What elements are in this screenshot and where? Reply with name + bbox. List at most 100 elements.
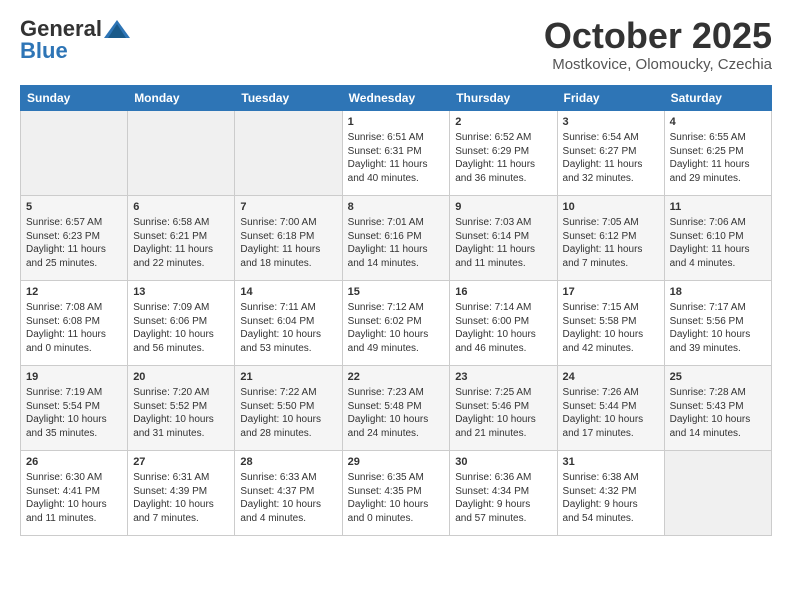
table-row: 6Sunrise: 6:58 AMSunset: 6:21 PMDaylight… [128,195,235,280]
day-info: and 4 minutes. [240,512,336,526]
day-info: Daylight: 10 hours [240,328,336,342]
day-info: Daylight: 10 hours [670,328,766,342]
day-number: 1 [348,115,445,130]
day-info: Daylight: 11 hours [26,328,122,342]
day-info: Daylight: 11 hours [240,243,336,257]
day-info: Daylight: 10 hours [348,413,445,427]
day-info: Sunset: 6:29 PM [455,145,551,159]
day-info: Daylight: 11 hours [563,243,659,257]
day-info: Sunset: 6:25 PM [670,145,766,159]
day-info: Sunrise: 7:26 AM [563,386,659,400]
day-info: and 57 minutes. [455,512,551,526]
table-row: 20Sunrise: 7:20 AMSunset: 5:52 PMDayligh… [128,365,235,450]
day-info: Daylight: 11 hours [348,243,445,257]
day-info: Sunrise: 7:14 AM [455,301,551,315]
day-info: Daylight: 11 hours [455,158,551,172]
day-number: 21 [240,370,336,385]
table-row: 3Sunrise: 6:54 AMSunset: 6:27 PMDaylight… [557,110,664,195]
day-number: 14 [240,285,336,300]
day-info: Sunrise: 6:55 AM [670,131,766,145]
day-info: and 0 minutes. [348,512,445,526]
day-info: Sunset: 5:48 PM [348,400,445,414]
day-info: Sunset: 6:02 PM [348,315,445,329]
logo-icon [104,18,130,40]
day-info: Sunset: 4:39 PM [133,485,229,499]
day-info: Sunrise: 6:57 AM [26,216,122,230]
day-info: and 35 minutes. [26,427,122,441]
day-info: Sunset: 6:04 PM [240,315,336,329]
day-info: Sunset: 5:50 PM [240,400,336,414]
table-row [235,110,342,195]
header-sunday: Sunday [21,85,128,110]
table-row: 4Sunrise: 6:55 AMSunset: 6:25 PMDaylight… [664,110,771,195]
day-info: Daylight: 11 hours [26,243,122,257]
day-info: and 49 minutes. [348,342,445,356]
day-info: Sunrise: 7:20 AM [133,386,229,400]
day-info: Daylight: 11 hours [670,243,766,257]
month-title: October 2025 [544,16,772,56]
day-number: 26 [26,455,122,470]
day-info: and 22 minutes. [133,257,229,271]
day-info: Sunrise: 7:25 AM [455,386,551,400]
day-number: 3 [563,115,659,130]
day-info: Sunset: 6:23 PM [26,230,122,244]
day-number: 28 [240,455,336,470]
table-row: 17Sunrise: 7:15 AMSunset: 5:58 PMDayligh… [557,280,664,365]
day-number: 29 [348,455,445,470]
day-number: 31 [563,455,659,470]
day-info: Sunset: 6:06 PM [133,315,229,329]
day-info: Sunrise: 6:30 AM [26,471,122,485]
day-number: 5 [26,200,122,215]
day-info: Sunset: 6:12 PM [563,230,659,244]
day-info: Sunrise: 6:36 AM [455,471,551,485]
table-row: 30Sunrise: 6:36 AMSunset: 4:34 PMDayligh… [450,450,557,535]
day-info: and 36 minutes. [455,172,551,186]
day-info: Sunrise: 7:08 AM [26,301,122,315]
day-info: Daylight: 11 hours [133,243,229,257]
day-info: and 53 minutes. [240,342,336,356]
table-row [21,110,128,195]
day-info: Sunrise: 7:15 AM [563,301,659,315]
day-info: Sunset: 4:41 PM [26,485,122,499]
table-row: 8Sunrise: 7:01 AMSunset: 6:16 PMDaylight… [342,195,450,280]
table-row [664,450,771,535]
day-info: Sunset: 6:21 PM [133,230,229,244]
table-row: 12Sunrise: 7:08 AMSunset: 6:08 PMDayligh… [21,280,128,365]
day-info: Daylight: 10 hours [348,328,445,342]
table-row: 2Sunrise: 6:52 AMSunset: 6:29 PMDaylight… [450,110,557,195]
day-info: Sunrise: 7:11 AM [240,301,336,315]
day-info: and 21 minutes. [455,427,551,441]
day-number: 7 [240,200,336,215]
day-info: Sunset: 4:37 PM [240,485,336,499]
day-info: Sunrise: 7:00 AM [240,216,336,230]
day-number: 12 [26,285,122,300]
day-info: Daylight: 10 hours [240,413,336,427]
table-row: 10Sunrise: 7:05 AMSunset: 6:12 PMDayligh… [557,195,664,280]
day-info: Daylight: 10 hours [133,498,229,512]
day-number: 25 [670,370,766,385]
day-info: Daylight: 10 hours [455,328,551,342]
day-info: Sunrise: 7:19 AM [26,386,122,400]
day-info: and 0 minutes. [26,342,122,356]
day-info: Sunrise: 7:28 AM [670,386,766,400]
calendar-header-row: Sunday Monday Tuesday Wednesday Thursday… [21,85,772,110]
header-tuesday: Tuesday [235,85,342,110]
logo-blue-text: Blue [20,38,68,63]
day-info: and 24 minutes. [348,427,445,441]
day-info: and 32 minutes. [563,172,659,186]
table-row: 26Sunrise: 6:30 AMSunset: 4:41 PMDayligh… [21,450,128,535]
day-info: Daylight: 10 hours [670,413,766,427]
day-number: 27 [133,455,229,470]
day-info: Sunrise: 6:31 AM [133,471,229,485]
header-thursday: Thursday [450,85,557,110]
day-info: Daylight: 10 hours [26,498,122,512]
day-info: and 40 minutes. [348,172,445,186]
day-number: 18 [670,285,766,300]
table-row: 24Sunrise: 7:26 AMSunset: 5:44 PMDayligh… [557,365,664,450]
day-info: and 28 minutes. [240,427,336,441]
day-number: 8 [348,200,445,215]
calendar-table: Sunday Monday Tuesday Wednesday Thursday… [20,85,772,536]
day-info: Sunrise: 7:09 AM [133,301,229,315]
location-text: Mostkovice, Olomoucky, Czechia [544,56,772,73]
table-row: 5Sunrise: 6:57 AMSunset: 6:23 PMDaylight… [21,195,128,280]
